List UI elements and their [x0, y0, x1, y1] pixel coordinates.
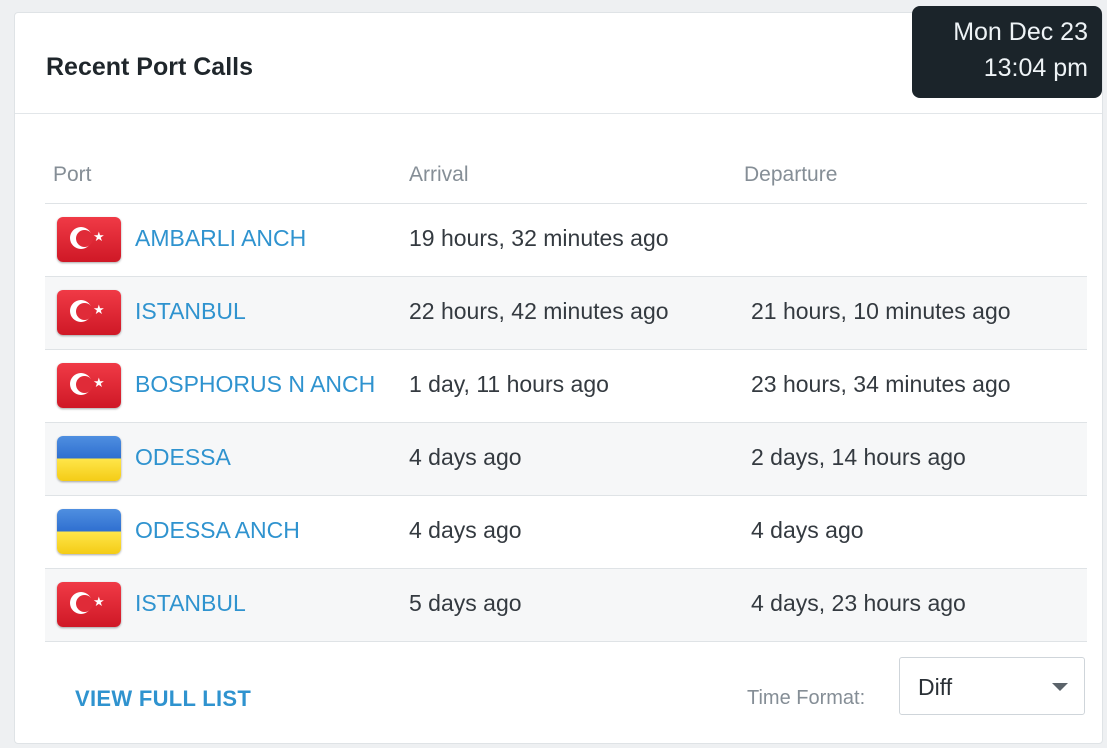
- time-format-select[interactable]: Diff: [899, 657, 1085, 715]
- port-link[interactable]: BOSPHORUS N ANCH: [135, 371, 375, 398]
- departure-cell: 21 hours, 10 minutes ago: [751, 298, 1011, 324]
- departure-cell: 23 hours, 34 minutes ago: [751, 371, 1011, 397]
- table-row: ODESSA 4 days ago 2 days, 14 hours ago: [45, 423, 1087, 496]
- ukraine-flag-icon: [57, 509, 121, 554]
- table-row: ★ AMBARLI ANCH 19 hours, 32 minutes ago: [45, 204, 1087, 277]
- port-link[interactable]: ISTANBUL: [135, 590, 246, 617]
- clock-date: Mon Dec 23: [953, 18, 1088, 46]
- column-header-arrival: Arrival: [409, 163, 469, 186]
- table-header: Port Arrival Departure: [45, 161, 1087, 204]
- arrival-cell: 5 days ago: [409, 590, 522, 616]
- departure-cell: 4 days, 23 hours ago: [751, 590, 966, 616]
- recent-port-calls-card: Recent Port Calls Port Arrival Departure…: [14, 12, 1103, 744]
- port-calls-table-body: ★ AMBARLI ANCH 19 hours, 32 minutes ago …: [45, 204, 1087, 642]
- departure-cell: 2 days, 14 hours ago: [751, 444, 966, 470]
- column-header-port: Port: [53, 163, 92, 186]
- clock-time: 13:04 pm: [983, 54, 1088, 82]
- turkey-flag-icon: ★: [57, 217, 121, 262]
- table-row: ★ ISTANBUL 5 days ago 4 days, 23 hours a…: [45, 569, 1087, 642]
- arrival-cell: 4 days ago: [409, 517, 522, 543]
- table-row: ★ ISTANBUL 22 hours, 42 minutes ago 21 h…: [45, 277, 1087, 350]
- column-header-departure: Departure: [744, 163, 838, 186]
- arrival-cell: 4 days ago: [409, 444, 522, 470]
- card-title: Recent Port Calls: [46, 53, 254, 81]
- turkey-flag-icon: ★: [57, 363, 121, 408]
- arrival-cell: 1 day, 11 hours ago: [409, 371, 609, 397]
- table-row: ODESSA ANCH 4 days ago 4 days ago: [45, 496, 1087, 569]
- port-link[interactable]: AMBARLI ANCH: [135, 225, 306, 252]
- arrival-cell: 22 hours, 42 minutes ago: [409, 298, 669, 324]
- departure-cell: 4 days ago: [751, 517, 864, 543]
- port-link[interactable]: ODESSA ANCH: [135, 517, 300, 544]
- turkey-flag-icon: ★: [57, 290, 121, 335]
- chevron-down-icon: [1052, 683, 1068, 691]
- port-link[interactable]: ODESSA: [135, 444, 231, 471]
- datetime-tooltip: Mon Dec 23 13:04 pm: [912, 6, 1102, 98]
- table-row: ★ BOSPHORUS N ANCH 1 day, 11 hours ago 2…: [45, 350, 1087, 423]
- turkey-flag-icon: ★: [57, 582, 121, 627]
- time-format-label: Time Format:: [747, 687, 866, 709]
- card-footer: VIEW FULL LIST Time Format: Diff: [15, 653, 1102, 743]
- time-format-value: Diff: [918, 674, 953, 700]
- arrival-cell: 19 hours, 32 minutes ago: [409, 225, 669, 251]
- ukraine-flag-icon: [57, 436, 121, 481]
- view-full-list-link[interactable]: VIEW FULL LIST: [75, 686, 251, 712]
- port-link[interactable]: ISTANBUL: [135, 298, 246, 325]
